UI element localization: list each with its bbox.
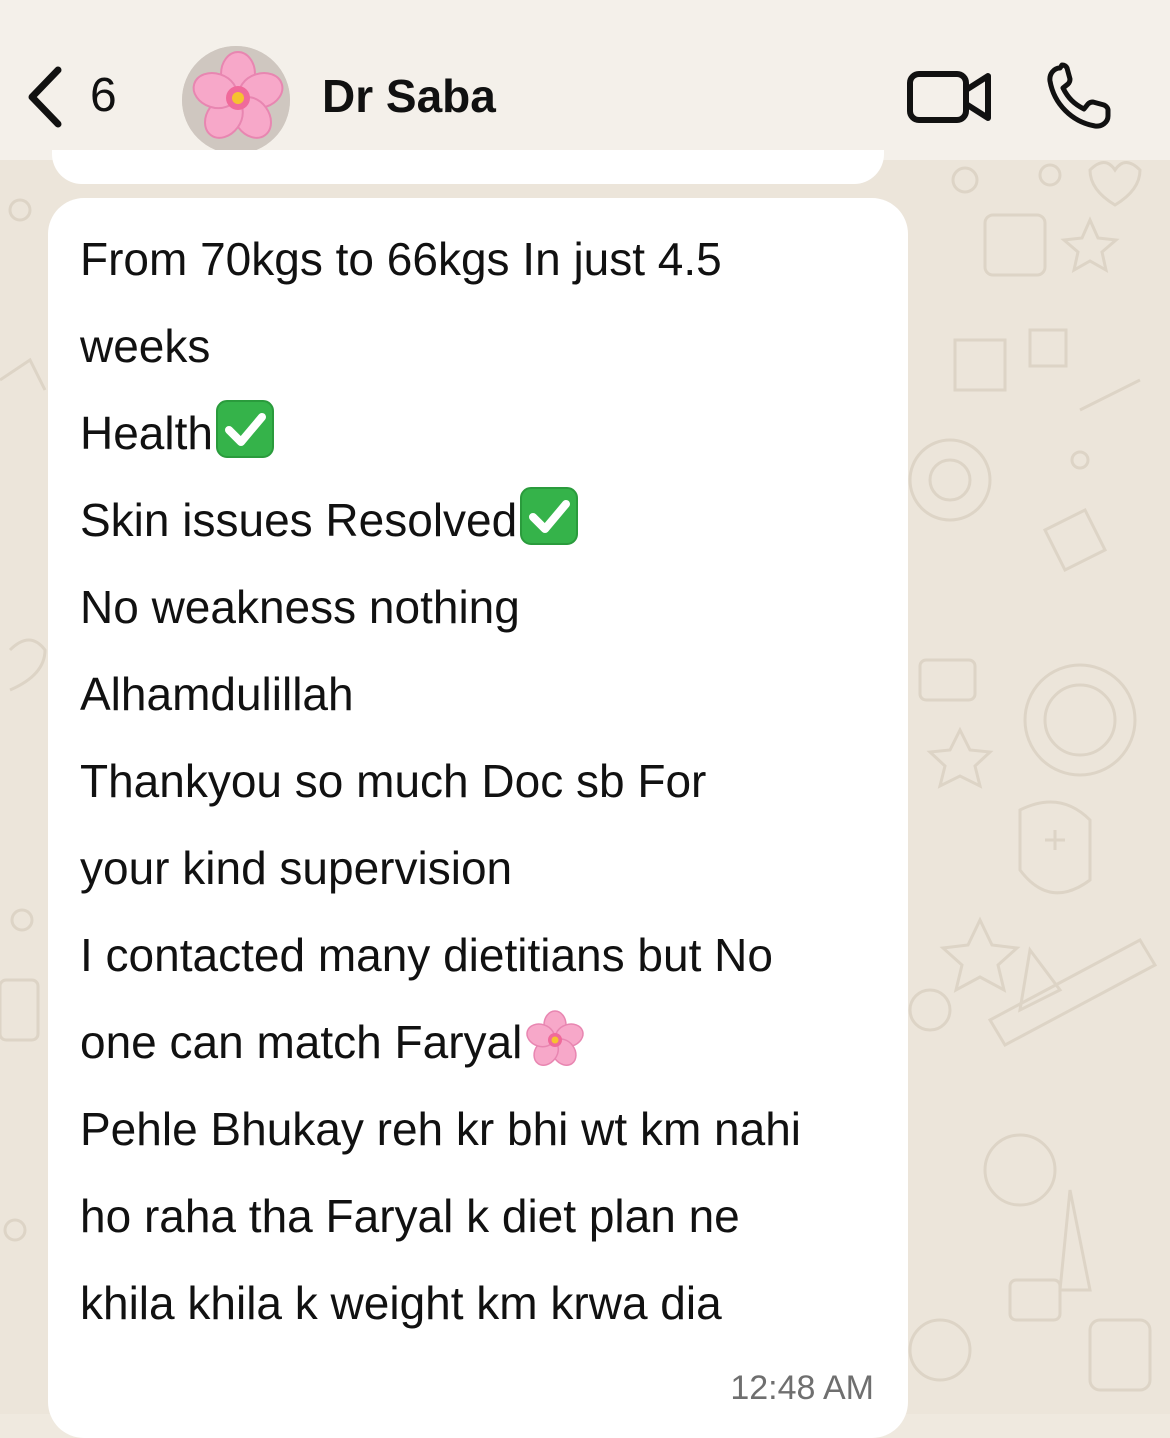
cherry-blossom-icon <box>526 1010 585 1066</box>
contact-name[interactable]: Dr Saba <box>322 66 496 126</box>
message-line: khila khila k weight km krwa dia <box>80 1277 722 1329</box>
cherry-blossom-icon <box>182 46 290 154</box>
message-line: No weakness nothing <box>80 581 520 633</box>
message-line: Health <box>80 390 890 477</box>
previous-message-bubble <box>52 150 884 184</box>
message-line-text: one can match Faryal <box>80 1016 523 1068</box>
message-timestamp: 12:48 AM <box>730 1369 874 1407</box>
message-line-text: Skin issues Resolved <box>80 494 518 546</box>
phone-icon[interactable] <box>1044 62 1114 132</box>
back-unread-count[interactable]: 6 <box>90 66 117 126</box>
message-line-text: Health <box>80 407 213 459</box>
message-text: From 70kgs to 66kgs In just 4.5 weeks He… <box>80 216 890 1347</box>
back-chevron-icon[interactable] <box>22 62 72 132</box>
message-line: Pehle Bhukay reh kr bhi wt km nahi <box>80 1103 802 1155</box>
check-mark-button-icon <box>215 400 274 458</box>
contact-avatar[interactable] <box>182 46 290 154</box>
message-line: From 70kgs to 66kgs In just 4.5 <box>80 233 722 285</box>
message-line: Thankyou so much Doc sb For <box>80 755 707 807</box>
message-line: your kind supervision <box>80 842 513 894</box>
message-line: Skin issues Resolved <box>80 477 890 564</box>
message-line: I contacted many dietitians but No <box>80 929 773 981</box>
check-mark-button-icon <box>520 487 579 545</box>
message-line: ho raha tha Faryal k diet plan ne <box>80 1190 740 1242</box>
message-line: weeks <box>80 320 211 372</box>
message-line: Alhamdulillah <box>80 668 354 720</box>
video-camera-icon[interactable] <box>906 68 994 126</box>
chat-header: 6 Dr Saba <box>0 0 1170 160</box>
message-line: one can match Faryal <box>80 999 890 1086</box>
